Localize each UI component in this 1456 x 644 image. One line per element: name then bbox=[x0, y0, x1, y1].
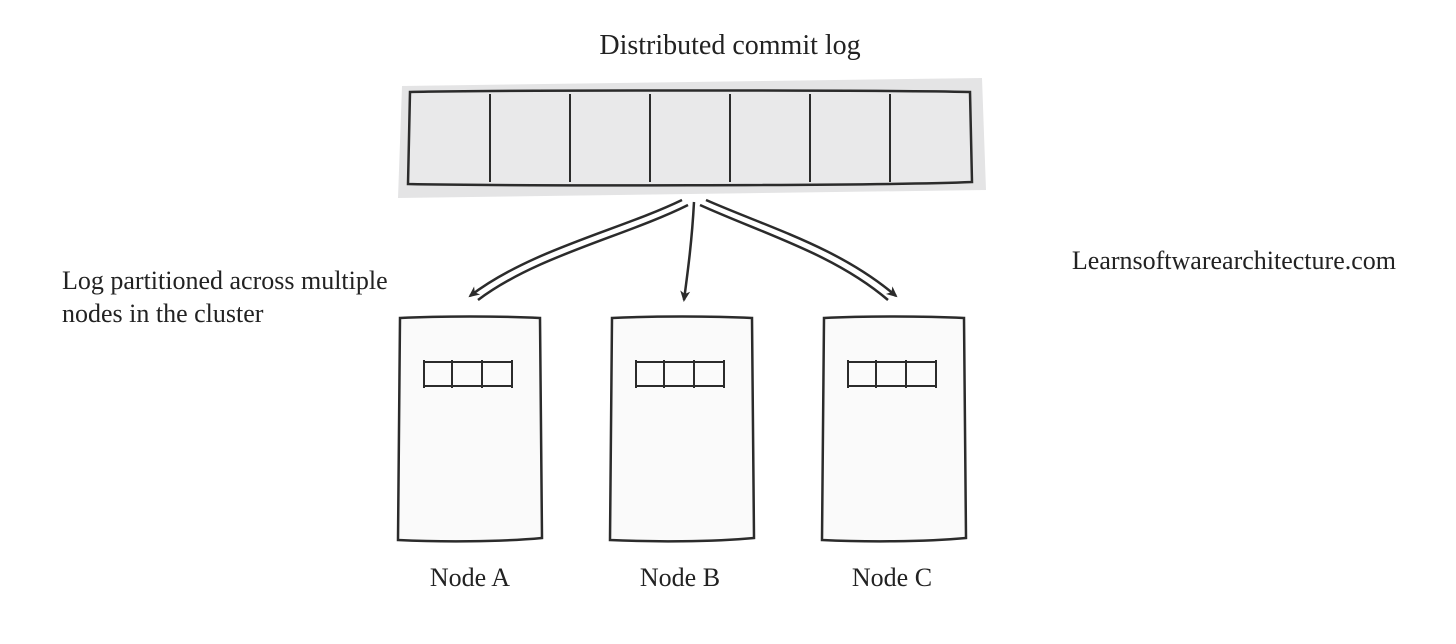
node-b bbox=[610, 317, 754, 542]
arrow-to-node-b bbox=[684, 202, 694, 300]
commit-log bbox=[398, 78, 986, 198]
node-a bbox=[398, 317, 542, 542]
arrow-to-node-c bbox=[700, 200, 896, 300]
arrows bbox=[470, 200, 896, 300]
diagram-svg bbox=[0, 0, 1456, 644]
node-c bbox=[822, 317, 966, 542]
arrow-to-node-a bbox=[470, 200, 688, 300]
